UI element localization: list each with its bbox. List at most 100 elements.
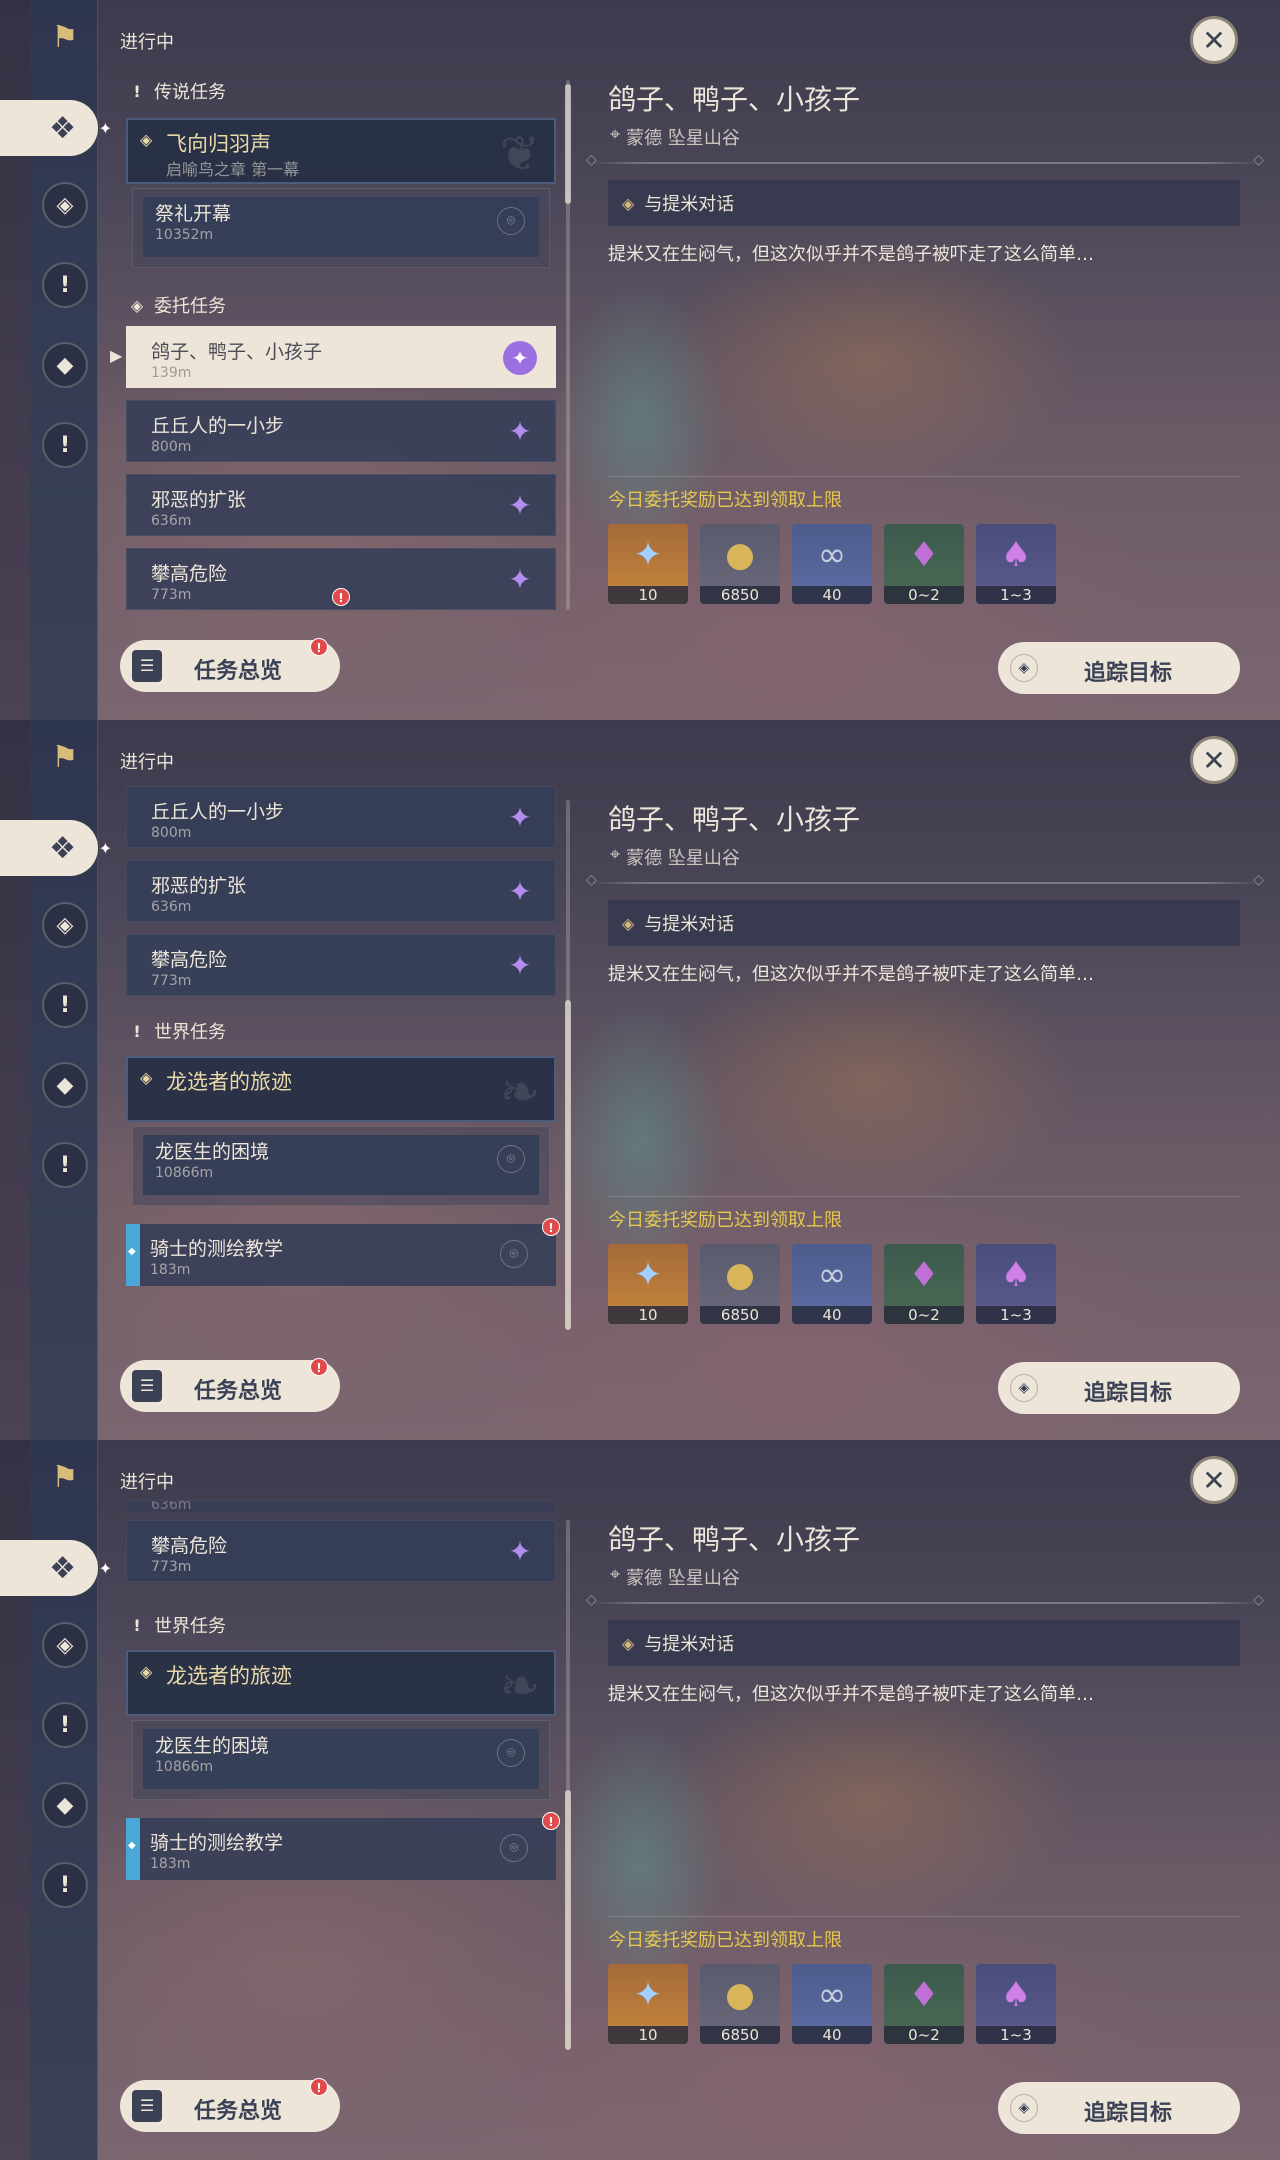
reward-item[interactable]: ∞ 40 <box>792 524 872 604</box>
objective-diamond-icon: ◈ <box>622 1633 635 1653</box>
commission-card[interactable]: 邪恶的扩张 636m ✦ <box>126 474 556 536</box>
mora-icon: ● <box>725 1255 755 1295</box>
scroll-thumb[interactable] <box>565 84 571 204</box>
reward-list: ✦ 10 ● 6850 ∞ 40 ♦ 0~2 ♠ 1~3 <box>608 1244 1056 1324</box>
nav-archon-quest-icon[interactable]: ◈ <box>42 1622 88 1668</box>
reward-item[interactable]: ♠ 1~3 <box>976 1964 1056 2044</box>
nav-archon-quest-icon[interactable]: ◈ <box>42 182 88 228</box>
commission-card[interactable]: 攀高危险 773m ✦ <box>126 1520 556 1582</box>
reward-limit-note: 今日委托奖励已达到领取上限 <box>608 490 842 511</box>
reward-item[interactable]: ✦ 10 <box>608 1964 688 2044</box>
companionship-exp-icon: ∞ <box>817 1255 847 1295</box>
close-button[interactable]: ✕ <box>1190 1456 1238 1504</box>
quest-overview-button[interactable]: ☰ 任务总览 <box>120 640 340 692</box>
nav-world-compass-icon[interactable]: ◆ <box>42 1062 88 1108</box>
divider <box>608 1916 1240 1917</box>
divider <box>586 1592 1264 1608</box>
quest-screen-3: ⚑ ❖ ✦ ◈ ! ◆ ! 进行中 ✕ 636m 攀高危险 773m ✦ ! 世… <box>0 1440 1280 2160</box>
commission-star-icon: ✦ <box>508 415 532 448</box>
primogem-icon: ✦ <box>633 1255 663 1295</box>
location-pin-icon[interactable]: ⌾ <box>497 207 525 235</box>
commission-card[interactable]: 丘丘人的一小步 800m ✦ <box>126 786 556 848</box>
quest-overview-button[interactable]: ☰ 任务总览 <box>120 2080 340 2132</box>
location-pin-icon[interactable]: ⌾ <box>497 1145 525 1173</box>
location-pin-icon[interactable]: ⌾ <box>500 1240 528 1268</box>
reward-item[interactable]: ● 6850 <box>700 1964 780 2044</box>
legend-quest-card[interactable]: ◈ 飞向归羽声 启喻鸟之章 第一幕 ❦ <box>126 118 556 184</box>
reward-item[interactable]: ● 6850 <box>700 1244 780 1324</box>
crystal-cluster-icon: ♠ <box>1000 1255 1032 1295</box>
nav-commission-active[interactable]: ❖ ✦ <box>0 100 112 156</box>
world-quest-card[interactable]: ◈ 龙选者的旅迹 ❧ <box>126 1056 556 1122</box>
commission-card[interactable]: 丘丘人的一小步 800m ✦ <box>126 400 556 462</box>
spark-icon: ✦ <box>98 118 112 138</box>
nav-archon-quest-icon[interactable]: ◈ <box>42 902 88 948</box>
alert-badge: ! <box>310 1358 328 1376</box>
location-pin-icon[interactable]: ⌾ <box>497 1739 525 1767</box>
crystal-icon: ♦ <box>908 1975 940 2015</box>
nav-world-compass-icon[interactable]: ◆ <box>42 1782 88 1828</box>
crystal-cluster-icon: ♠ <box>1000 535 1032 575</box>
track-indicator <box>126 1818 140 1880</box>
commission-card-selected[interactable]: 鸽子、鸭子、小孩子 139m ✦ <box>126 326 556 388</box>
track-button[interactable]: ◈ 追踪目标 <box>998 642 1240 694</box>
alert-badge: ! <box>310 2078 328 2096</box>
commission-card[interactable]: 攀高危险 773m ✦ <box>126 934 556 996</box>
world-quest-card[interactable]: ◈ 龙选者的旅迹 ❧ <box>126 1650 556 1716</box>
divider <box>608 476 1240 477</box>
nav-commission-active[interactable]: ❖ ✦ <box>0 1540 112 1596</box>
crystal-cluster-icon: ♠ <box>1000 1975 1032 2015</box>
section-world: ! 世界任务 <box>130 1612 226 1638</box>
reward-item[interactable]: ∞ 40 <box>792 1244 872 1324</box>
bookmark-flag-icon[interactable]: ⚑ <box>42 14 88 60</box>
quest-screen-1: ⚑ ❖ ✦ ◈ ! ◆ ! 进行中 ✕ ! 传说任务 ◈ 飞向归羽声 启喻鸟之章… <box>0 0 1280 720</box>
nav-world-compass-icon[interactable]: ◆ <box>42 342 88 388</box>
world-quest-card-2[interactable]: 骑士的测绘教学 183m ⌾ <box>126 1818 556 1880</box>
reward-item[interactable]: ♠ 1~3 <box>976 1244 1056 1324</box>
reward-item[interactable]: ∞ 40 <box>792 1964 872 2044</box>
quest-overview-button[interactable]: ☰ 任务总览 <box>120 1360 340 1412</box>
legend-quest-step[interactable]: 祭礼开幕 10352m ⌾ <box>132 188 550 268</box>
nav-world-quest-icon[interactable]: ! <box>42 1142 88 1188</box>
commission-star-icon: ✦ <box>508 801 532 834</box>
section-legend: ! 传说任务 <box>130 78 226 104</box>
status-label: 进行中 <box>120 1472 174 1493</box>
nav-world-quest-icon[interactable]: ! <box>42 422 88 468</box>
world-quest-step[interactable]: 龙医生的困境 10866m ⌾ <box>132 1720 550 1800</box>
reward-item[interactable]: ♦ 0~2 <box>884 524 964 604</box>
reward-item[interactable]: ✦ 10 <box>608 524 688 604</box>
track-indicator <box>126 1224 140 1286</box>
bookmark-flag-icon[interactable]: ⚑ <box>42 1454 88 1500</box>
commission-card-partial[interactable]: 636m <box>126 1500 556 1514</box>
nav-commission-active[interactable]: ❖ ✦ <box>0 820 112 876</box>
world-quest-step[interactable]: 龙医生的困境 10866m ⌾ <box>132 1126 550 1206</box>
commission-diamond-icon: ◈ <box>130 295 144 315</box>
reward-item[interactable]: ♠ 1~3 <box>976 524 1056 604</box>
bookmark-flag-icon[interactable]: ⚑ <box>42 734 88 780</box>
track-button[interactable]: ◈ 追踪目标 <box>998 1362 1240 1414</box>
nav-story-quest-icon[interactable]: ! <box>42 982 88 1028</box>
location-pin-icon[interactable]: ⌾ <box>500 1834 528 1862</box>
close-button[interactable]: ✕ <box>1190 16 1238 64</box>
objective-diamond-icon: ◈ <box>622 913 635 933</box>
status-label: 进行中 <box>120 752 174 773</box>
nav-story-quest-icon[interactable]: ! <box>42 262 88 308</box>
exclamation-icon: ! <box>133 1021 141 1041</box>
reward-item[interactable]: ● 6850 <box>700 524 780 604</box>
world-quest-card-2[interactable]: 骑士的测绘教学 183m ⌾ <box>126 1224 556 1286</box>
quest-screen-2: ⚑ ❖ ✦ ◈ ! ◆ ! 进行中 ✕ 丘丘人的一小步 800m ✦ 邪恶的扩张… <box>0 720 1280 1440</box>
close-button[interactable]: ✕ <box>1190 736 1238 784</box>
reward-item[interactable]: ♦ 0~2 <box>884 1244 964 1324</box>
nav-story-quest-icon[interactable]: ! <box>42 1702 88 1748</box>
commission-star-icon: ✦ <box>508 489 532 522</box>
commission-card[interactable]: 邪恶的扩张 636m ✦ <box>126 860 556 922</box>
scroll-thumb[interactable] <box>565 1000 571 1330</box>
reward-item[interactable]: ♦ 0~2 <box>884 1964 964 2044</box>
status-label: 进行中 <box>120 32 174 53</box>
objective-bar: ◈ 与提米对话 <box>608 900 1240 946</box>
track-button[interactable]: ◈ 追踪目标 <box>998 2082 1240 2134</box>
nav-world-quest-icon[interactable]: ! <box>42 1862 88 1908</box>
scroll-thumb[interactable] <box>565 1790 571 2050</box>
crystal-icon: ♦ <box>908 1255 940 1295</box>
reward-item[interactable]: ✦ 10 <box>608 1244 688 1324</box>
